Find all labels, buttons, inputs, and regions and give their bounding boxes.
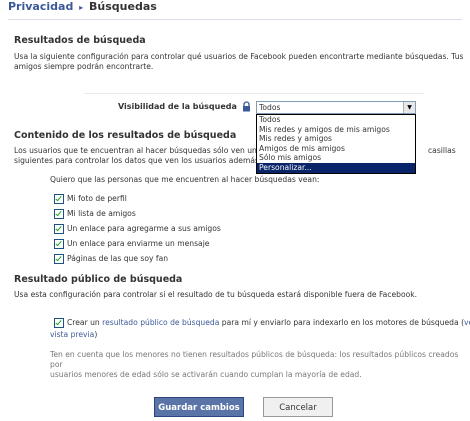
minors-note: Ten en cuenta que los menores no tienen … (50, 350, 466, 380)
checkbox-row-message-link[interactable]: Un enlace para enviarme un mensaje (54, 238, 209, 250)
checkbox-row-friend-list[interactable]: Mi lista de amigos (54, 208, 136, 220)
content-description: Los usuarios que te encuentran al hacer … (14, 146, 260, 166)
visibility-select-value: Todos (259, 103, 281, 112)
dropdown-option-customize[interactable]: Personalizar... (257, 162, 415, 173)
minors-note-line2: usuarios menores de edad sólo se activar… (50, 370, 362, 379)
search-results-description-line2: amigos siempre podrán encontrarte. (14, 62, 154, 71)
checkbox-add-friend-link[interactable] (54, 224, 64, 234)
checkbox-label: Un enlace para agregarme a sus amigos (67, 224, 221, 233)
public-search-result-link[interactable]: resultado público de búsqueda (102, 318, 219, 327)
search-results-description: Usa la siguiente configuración para cont… (14, 52, 464, 72)
content-prompt: Quiero que las personas que me encuentre… (50, 175, 320, 184)
preview-link-continued[interactable]: vista previa (50, 330, 94, 339)
public-search-text-prefix: Crear un (67, 318, 103, 327)
lock-icon (243, 101, 250, 112)
public-search-text-suffix: para mí y enviarlo para indexarlo en los… (219, 318, 465, 327)
preview-link[interactable]: ver (464, 318, 470, 327)
breadcrumb-separator-icon: ▸ (79, 3, 84, 12)
checkbox-label: Mi foto de perfil (67, 194, 127, 203)
visibility-dropdown: Todos Mis redes y amigos de mis amigos M… (256, 114, 416, 174)
checkbox-public-search[interactable] (54, 318, 64, 328)
content-description-line2: siguientes para controlar los datos que … (14, 156, 260, 165)
minors-note-line1: Ten en cuenta que los menores no tienen … (50, 350, 459, 369)
cancel-button[interactable]: Cancelar (263, 397, 333, 417)
visibility-divider (84, 93, 424, 94)
visibility-select[interactable]: Todos ▼ (256, 101, 416, 114)
checkbox-fan-pages[interactable] (54, 254, 64, 264)
checkbox-label: Un enlace para enviarme un mensaje (67, 239, 210, 248)
dropdown-option-friends-of-friends[interactable]: Amigos de mis amigos (257, 144, 415, 154)
dropdown-option-todos[interactable]: Todos (257, 115, 415, 125)
search-results-heading: Resultados de búsqueda (14, 35, 146, 46)
checkbox-friend-list[interactable] (54, 209, 64, 219)
public-search-close-paren: ) (94, 330, 98, 339)
checkbox-profile-photo[interactable] (54, 194, 64, 204)
checkbox-row-add-friend-link[interactable]: Un enlace para agregarme a sus amigos (54, 223, 221, 235)
checkbox-message-link[interactable] (54, 239, 64, 249)
public-search-heading: Resultado público de búsqueda (14, 274, 183, 285)
search-results-description-line1: Usa la siguiente configuración para cont… (14, 52, 464, 61)
checkbox-label: Páginas de las que soy fan (67, 254, 169, 263)
content-description-line1-end: casillas (428, 146, 456, 155)
dropdown-option-networks-friends-of-friends[interactable]: Mis redes y amigos de mis amigos (257, 125, 415, 135)
public-search-description: Usa esta configuración para controlar si… (14, 290, 418, 299)
header-divider (8, 19, 462, 20)
content-heading: Contenido de los resultados de búsqueda (14, 130, 237, 141)
save-changes-button[interactable]: Guardar cambios (154, 397, 244, 417)
page-title: Búsquedas (89, 0, 157, 13)
dropdown-option-networks-friends[interactable]: Mis redes y amigos (257, 134, 415, 144)
public-search-option: Crear un resultado público de búsqueda p… (54, 318, 470, 328)
checkbox-row-profile-photo[interactable]: Mi foto de perfil (54, 193, 127, 205)
visibility-label: Visibilidad de la búsqueda (118, 102, 237, 111)
breadcrumb-privacy-link[interactable]: Privacidad (8, 0, 73, 13)
content-description-line1: Los usuarios que te encuentran al hacer … (14, 146, 260, 155)
breadcrumb: Privacidad ▸ Búsquedas (8, 0, 157, 13)
checkbox-label: Mi lista de amigos (67, 209, 136, 218)
dropdown-option-only-friends[interactable]: Sólo mis amigos (257, 153, 415, 163)
public-search-option-line2: vista previa) (50, 330, 97, 340)
chevron-down-icon[interactable]: ▼ (403, 102, 415, 113)
checkbox-row-fan-pages[interactable]: Páginas de las que soy fan (54, 253, 168, 265)
